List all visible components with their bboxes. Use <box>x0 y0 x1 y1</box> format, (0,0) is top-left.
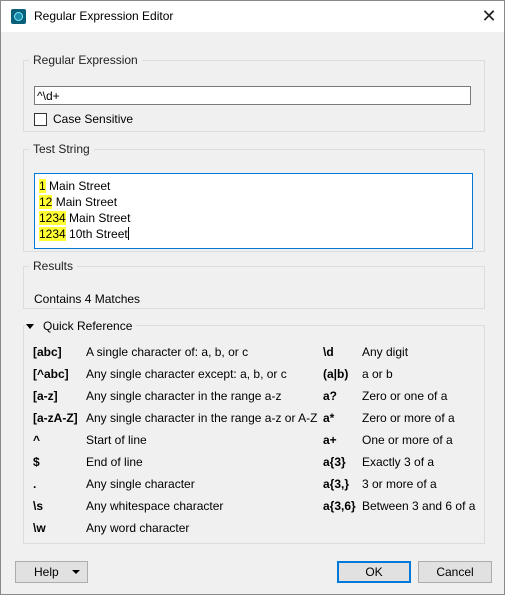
results-legend: Results <box>33 259 74 273</box>
qr-left-symbol: $ <box>33 455 40 469</box>
qr-left-symbol: \w <box>33 521 46 535</box>
regex-group-legend: Regular Expression <box>33 53 138 67</box>
qr-right-description: Zero or one of a <box>362 389 448 403</box>
cancel-button[interactable]: Cancel <box>418 561 492 583</box>
match-highlight: 1 <box>39 179 46 193</box>
qr-left-symbol: [a-z] <box>33 389 58 403</box>
regex-editor-window: Regular Expression Editor ✕ Regular Expr… <box>0 0 505 595</box>
qr-right-symbol: a{3} <box>323 455 346 469</box>
qr-right-symbol: a{3,} <box>323 477 350 491</box>
qr-right-description: Zero or more of a <box>362 411 455 425</box>
test-line: 1 Main Street <box>39 178 472 194</box>
help-button[interactable]: Help <box>15 561 88 583</box>
qr-right-description: One or more of a <box>362 433 453 447</box>
title-bar: Regular Expression Editor ✕ <box>1 1 504 32</box>
qr-right-description: Exactly 3 of a <box>362 455 435 469</box>
qr-left-description: Any single character <box>86 477 195 491</box>
test-line: 1234 Main Street <box>39 210 472 226</box>
case-sensitive-checkbox[interactable] <box>34 112 47 126</box>
qr-left-symbol: [a-zA-Z] <box>33 411 78 425</box>
test-line-text: Main Street <box>45 179 111 193</box>
chevron-down-icon[interactable] <box>72 570 80 574</box>
qr-left-description: Any single character except: a, b, or c <box>86 367 287 381</box>
close-button[interactable]: ✕ <box>474 1 504 32</box>
test-line-text: Main Street <box>65 211 131 225</box>
qr-left-description: Any single character in the range a-z <box>86 389 282 403</box>
collapse-triangle-icon[interactable] <box>26 323 34 329</box>
qr-left-description: Any whitespace character <box>86 499 224 513</box>
match-highlight: 1234 <box>39 227 66 241</box>
qr-right-description: a or b <box>362 367 393 381</box>
match-highlight: 1234 <box>39 211 66 225</box>
qr-right-symbol: a* <box>323 411 335 425</box>
case-sensitive-row[interactable]: Case Sensitive <box>34 112 133 126</box>
qr-right-symbol: (a|b) <box>323 367 349 381</box>
qr-left-symbol: . <box>33 477 37 491</box>
help-button-label: Help <box>34 565 59 579</box>
qr-left-symbol: [^abc] <box>33 367 69 381</box>
app-icon <box>11 9 26 24</box>
qr-right-symbol: a+ <box>323 433 337 447</box>
test-line-text: Main Street <box>52 195 118 209</box>
qr-left-symbol: ^ <box>33 433 41 447</box>
qr-right-symbol: a? <box>323 389 338 403</box>
results-group: Results Contains 4 Matches <box>23 259 485 309</box>
qr-left-symbol: [abc] <box>33 345 62 359</box>
regex-group: Regular Expression ^\d+ Case Sensitive <box>23 53 485 132</box>
match-highlight: 12 <box>39 195 53 209</box>
qr-left-description: A single character of: a, b, or c <box>86 345 249 359</box>
qr-left-description: Any single character in the range a-z or… <box>86 411 318 425</box>
case-sensitive-label: Case Sensitive <box>53 112 134 126</box>
qr-left-symbol: \s <box>33 499 44 513</box>
qr-left-description: Any word character <box>86 521 190 535</box>
test-line: 12 Main Street <box>39 194 472 210</box>
ok-button[interactable]: OK <box>337 561 411 583</box>
qr-right-description: Between 3 and 6 of a <box>362 499 476 513</box>
qr-right-symbol: a{3,6} <box>323 499 356 513</box>
test-string-group: Test String 1 Main Street 12 Main Street… <box>23 142 485 252</box>
results-text: Contains 4 Matches <box>34 292 141 306</box>
regex-input[interactable]: ^\d+ <box>34 86 471 105</box>
test-line: 1234 10th Street <box>39 226 472 242</box>
qr-right-description: Any digit <box>362 345 409 359</box>
qr-left-description: Start of line <box>86 433 147 447</box>
test-string-legend: Test String <box>33 142 90 156</box>
window-title: Regular Expression Editor <box>34 9 174 23</box>
qr-left-description: End of line <box>86 455 143 469</box>
quick-reference-title: Quick Reference <box>43 319 133 333</box>
qr-right-symbol: \d <box>323 345 334 359</box>
test-line-text: 10th Street <box>65 227 128 241</box>
quick-reference-toggle[interactable]: Quick Reference <box>26 319 137 333</box>
qr-right-description: 3 or more of a <box>362 477 437 491</box>
test-string-textarea[interactable]: 1 Main Street 12 Main Street 1234 Main S… <box>34 173 473 249</box>
text-caret <box>127 227 129 240</box>
